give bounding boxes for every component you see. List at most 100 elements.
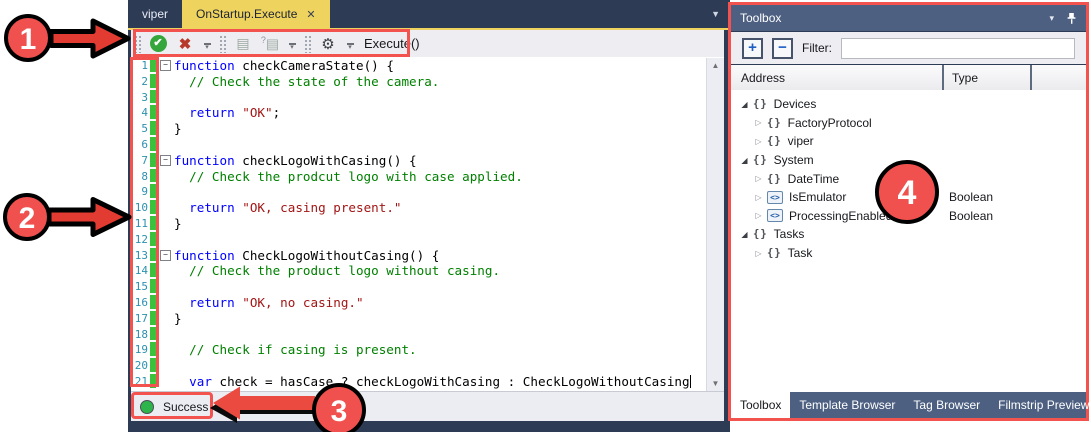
validate-button[interactable]: ✔ — [148, 34, 168, 54]
tab-onstartup-execute[interactable]: OnStartup.Execute ✕ — [182, 0, 330, 28]
expand-arrow-icon[interactable]: ▷ — [753, 211, 764, 220]
tree-row-datetime[interactable]: ▷{}DateTime — [731, 169, 1086, 188]
chevron-down-icon[interactable]: ▾ — [1049, 13, 1054, 24]
script-status-bar: Success — [131, 391, 724, 421]
code-line[interactable] — [174, 232, 706, 248]
code-line[interactable]: // Check the state of the camera. — [174, 74, 706, 90]
code-line[interactable] — [174, 137, 706, 153]
window-position-chevron-icon[interactable]: ▼ — [711, 9, 720, 19]
code-line[interactable]: } — [174, 216, 706, 232]
code-line[interactable]: } — [174, 311, 706, 327]
code-line[interactable]: // Check the prodcut logo with case appl… — [174, 169, 706, 185]
expand-arrow-icon[interactable]: ▷ — [753, 137, 764, 146]
gutter-line: 4 — [131, 105, 157, 121]
tree-row-viper[interactable]: ▷{}viper — [731, 132, 1086, 151]
gutter-line: 18 — [131, 327, 157, 343]
column-header-address[interactable]: Address — [731, 65, 944, 90]
collapse-arrow-icon[interactable]: ◢ — [739, 230, 750, 239]
code-line[interactable] — [174, 90, 706, 106]
code-line[interactable]: return "OK, no casing." — [174, 295, 706, 311]
tree-row-isemulator[interactable]: ▷<>IsEmulatorBoolean — [731, 188, 1086, 207]
scroll-up-icon[interactable]: ▲ — [712, 61, 720, 70]
expand-arrow-icon[interactable]: ▷ — [753, 249, 764, 258]
toolbar-grip-icon[interactable] — [134, 35, 141, 53]
code-line[interactable]: function CheckLogoWithoutCasing() { — [174, 248, 706, 264]
annotation-number-2: 2 — [19, 202, 36, 235]
toolbar-overflow-icon[interactable]: ▾ — [202, 43, 212, 50]
line-number: 4 — [131, 105, 148, 121]
tree-row-system[interactable]: ◢{}System — [731, 151, 1086, 170]
code-editor[interactable]: 123456789101112131415161718192021 −−− fu… — [131, 57, 724, 391]
gear-icon[interactable]: ⚙ — [318, 34, 338, 54]
line-number: 15 — [131, 279, 148, 295]
toolbar-overflow-icon[interactable]: ▾ — [287, 43, 297, 50]
gutter-line: 1 — [131, 58, 157, 74]
code-line[interactable] — [174, 279, 706, 295]
change-tracking-bar — [150, 263, 156, 279]
line-number: 11 — [131, 216, 148, 232]
bottom-tab-tag-browser[interactable]: Tag Browser — [904, 392, 989, 418]
tag-icon: <> — [767, 209, 783, 222]
line-number: 3 — [131, 90, 148, 106]
code-line[interactable]: return "OK, casing present." — [174, 200, 706, 216]
fold-slot — [157, 279, 174, 295]
line-number: 14 — [131, 263, 148, 279]
code-line[interactable] — [174, 327, 706, 343]
gutter-line: 15 — [131, 279, 157, 295]
code-line[interactable]: function checkLogoWithCasing() { — [174, 153, 706, 169]
tree-item-label: FactoryProtocol — [788, 116, 872, 130]
expand-arrow-icon[interactable]: ▷ — [753, 174, 764, 183]
add-button[interactable]: + — [742, 38, 763, 59]
code-line[interactable] — [174, 184, 706, 200]
code-text-area[interactable]: function checkCameraState() { // Check t… — [174, 58, 706, 391]
toolbar-grip-icon[interactable] — [219, 35, 226, 53]
bottom-tab-template-browser[interactable]: Template Browser — [790, 392, 904, 418]
code-line[interactable]: } — [174, 121, 706, 137]
filter-label: Filter: — [802, 41, 832, 55]
fold-slot — [157, 74, 174, 90]
code-segment: checkCameraState() { — [235, 58, 394, 73]
code-line[interactable]: // Check if casing is present. — [174, 342, 706, 358]
pin-icon[interactable] — [1066, 12, 1077, 25]
cancel-button[interactable]: ✖ — [175, 34, 195, 54]
code-line[interactable]: function checkCameraState() { — [174, 58, 706, 74]
expand-arrow-icon[interactable]: ▷ — [753, 193, 764, 202]
line-number: 2 — [131, 74, 148, 90]
filter-input[interactable] — [841, 38, 1075, 59]
scroll-down-icon[interactable]: ▼ — [712, 379, 720, 388]
tree-row-tasks[interactable]: ◢{}Tasks — [731, 225, 1086, 244]
toolbar-grip-icon[interactable] — [304, 35, 311, 53]
tree-row-devices[interactable]: ◢{}Devices — [731, 95, 1086, 114]
gutter-line: 7 — [131, 153, 157, 169]
code-line[interactable]: var check = hasCase ? checkLogoWithCasin… — [174, 374, 706, 390]
bottom-tab-toolbox[interactable]: Toolbox — [731, 392, 790, 418]
code-line[interactable] — [174, 358, 706, 374]
address-tree[interactable]: ◢{}Devices▷{}FactoryProtocol▷{}viper◢{}S… — [731, 90, 1086, 392]
expand-arrow-icon[interactable]: ▷ — [753, 118, 764, 127]
collapse-region-icon[interactable]: − — [160, 155, 171, 166]
column-header-type[interactable]: Type — [944, 65, 1032, 90]
gutter-line: 2 — [131, 74, 157, 90]
tree-row-factoryprotocol[interactable]: ▷{}FactoryProtocol — [731, 114, 1086, 133]
collapse-region-icon[interactable]: − — [160, 60, 171, 71]
collapse-arrow-icon[interactable]: ◢ — [739, 100, 750, 109]
fold-slot — [157, 184, 174, 200]
code-line[interactable]: // Check the product logo without casing… — [174, 263, 706, 279]
fold-slot — [157, 327, 174, 343]
tree-row-processingenabled[interactable]: ▷<>ProcessingEnabledBoolean — [731, 207, 1086, 226]
execute-method-button[interactable]: Execute() — [362, 36, 420, 51]
code-segment: return — [189, 200, 235, 215]
change-tracking-bar — [150, 121, 156, 137]
fold-slot — [157, 311, 174, 327]
remove-button[interactable]: − — [772, 38, 793, 59]
close-icon[interactable]: ✕ — [306, 8, 315, 21]
toolbar-overflow-icon[interactable]: ▾ — [345, 43, 355, 50]
bottom-tab-filmstrip-preview[interactable]: Filmstrip Preview — [989, 392, 1091, 418]
line-number: 12 — [131, 232, 148, 248]
collapse-arrow-icon[interactable]: ◢ — [739, 156, 750, 165]
tab-viper[interactable]: viper — [128, 0, 182, 28]
vertical-scrollbar[interactable]: ▲ ▼ — [706, 58, 724, 391]
tree-row-task[interactable]: ▷{}Task — [731, 244, 1086, 263]
collapse-region-icon[interactable]: − — [160, 250, 171, 261]
code-line[interactable]: return "OK"; — [174, 105, 706, 121]
